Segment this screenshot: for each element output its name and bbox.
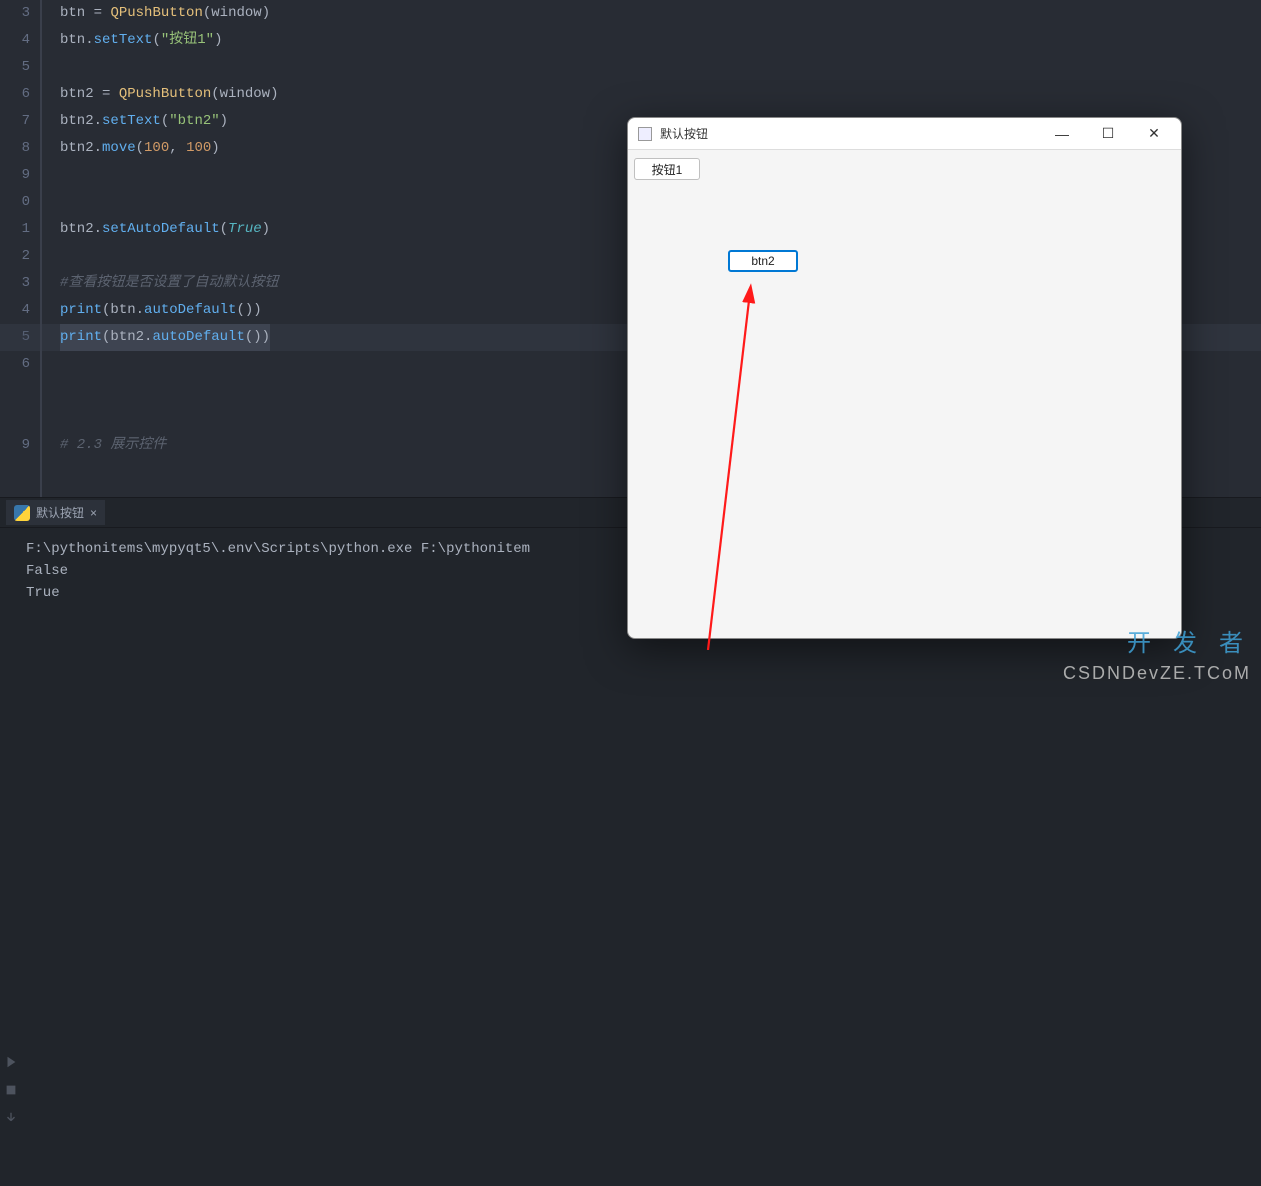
ln: 6 [0, 81, 30, 108]
pushbutton-1[interactable]: 按钮1 [634, 158, 700, 180]
ln: 4 [0, 27, 30, 54]
python-icon [14, 505, 30, 521]
code-line[interactable]: btn2 = QPushButton(window) [60, 81, 1261, 108]
ln: 4 [0, 297, 30, 324]
minimize-button[interactable]: — [1039, 119, 1085, 149]
maximize-button[interactable]: ☐ [1085, 119, 1131, 149]
ln: 5 [0, 54, 30, 81]
ln: 1 [0, 216, 30, 243]
ln: 3 [0, 0, 30, 27]
window-controls: — ☐ ✕ [1039, 119, 1177, 149]
run-tab-label: 默认按钮 [36, 504, 84, 521]
close-button[interactable]: ✕ [1131, 119, 1177, 149]
ln: 9 [0, 162, 30, 189]
rerun-icon[interactable] [4, 1055, 18, 1069]
titlebar[interactable]: 默认按钮 — ☐ ✕ [628, 118, 1181, 150]
code-line[interactable]: btn.setText("按钮1") [60, 27, 1261, 54]
app-body: 按钮1 btn2 [628, 150, 1181, 640]
ln: 3 [0, 270, 30, 297]
ln: 9 [0, 432, 30, 459]
code-line[interactable]: btn = QPushButton(window) [60, 0, 1261, 27]
ln: 0 [0, 189, 30, 216]
line-gutter: 3 4 5 6 7 8 9 0 1 2 3 4 5 6 9 [0, 0, 40, 497]
pushbutton-2-default[interactable]: btn2 [728, 250, 798, 272]
stop-icon[interactable] [4, 1083, 18, 1097]
run-toolbar [0, 995, 22, 1186]
qt-app-window[interactable]: 默认按钮 — ☐ ✕ 按钮1 btn2 [627, 117, 1182, 639]
window-title: 默认按钮 [660, 125, 708, 142]
watermark-cn: 开 发 者 [1127, 623, 1251, 658]
close-icon[interactable]: × [90, 506, 97, 520]
run-tab[interactable]: 默认按钮 × [6, 500, 105, 525]
ln: 6 [0, 351, 30, 378]
ln [0, 405, 30, 432]
ln [0, 378, 30, 405]
ln: 8 [0, 135, 30, 162]
ln: 7 [0, 108, 30, 135]
ln: 2 [0, 243, 30, 270]
down-icon[interactable] [4, 1111, 18, 1125]
code-line[interactable] [60, 54, 1261, 81]
watermark-en: CSDNDevZE.TCoM [1063, 663, 1251, 684]
annotation-arrow [688, 280, 788, 650]
app-icon [638, 127, 652, 141]
title-left: 默认按钮 [638, 125, 708, 142]
